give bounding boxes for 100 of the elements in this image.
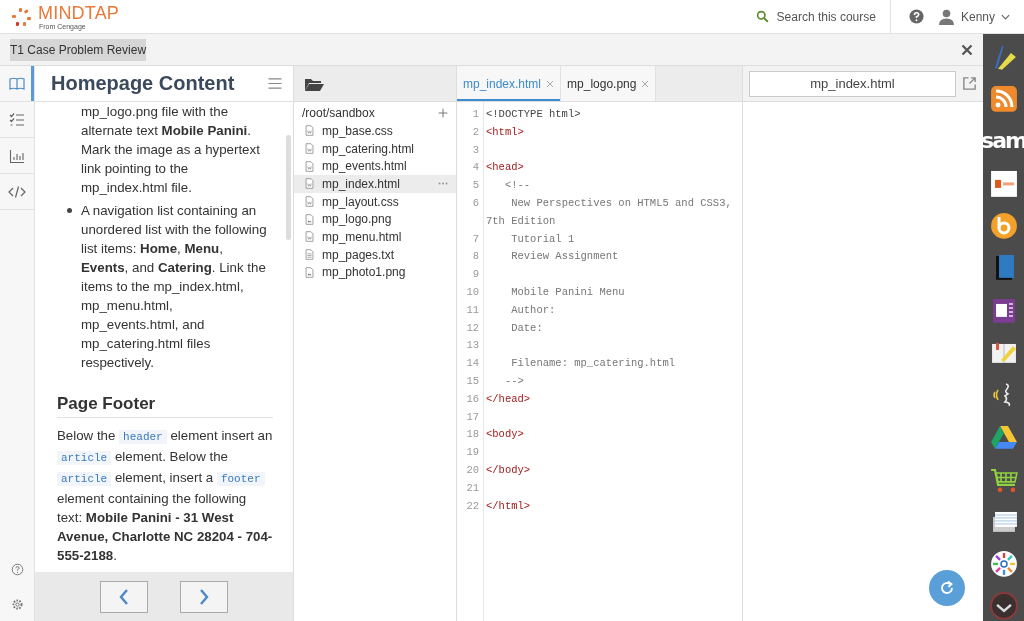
search-link[interactable]: Search this course	[755, 0, 891, 34]
code-line: Filename: mp_catering.html	[510, 356, 677, 372]
code-file-icon	[304, 230, 315, 244]
line-number: 12	[465, 320, 480, 336]
brand-name: MINDTAP	[38, 3, 120, 22]
code-file-icon	[304, 124, 315, 138]
code-line: Review Assignment	[510, 249, 620, 265]
refresh-button[interactable]	[929, 570, 965, 606]
line-number: 19	[465, 445, 480, 461]
color-wheel-icon	[988, 548, 1019, 579]
close-icon	[961, 43, 973, 56]
round-badge-icon	[988, 591, 1019, 621]
file-item[interactable]: mp_index.html	[294, 175, 456, 193]
line-number: 20	[465, 462, 480, 478]
file-item[interactable]: mp_logo.png	[294, 210, 456, 229]
help-icon	[908, 9, 924, 24]
code-line: <body>	[486, 427, 525, 443]
office-icon	[988, 168, 1019, 199]
user-icon	[937, 8, 955, 25]
chevron-right-icon	[199, 588, 209, 605]
file-item[interactable]: mp_pages.txt	[294, 245, 456, 264]
menu-icon	[267, 77, 283, 90]
line-number: 22	[465, 498, 480, 514]
activity-title: T1 Case Problem Review	[10, 38, 147, 61]
add-icon	[438, 108, 448, 118]
previous-button[interactable]	[100, 580, 148, 613]
code-line: Tutorial 1	[510, 231, 576, 247]
address-field[interactable]: mp_index.html	[749, 70, 956, 97]
line-number: 14	[465, 356, 480, 372]
chevron-left-icon	[119, 588, 129, 605]
file-item[interactable]: mp_layout.css	[294, 192, 456, 211]
code-icon	[8, 183, 26, 200]
scrollbar-thumb[interactable]	[286, 135, 291, 240]
code-line: Author:	[510, 302, 557, 318]
section-title: Homepage Content	[51, 72, 236, 95]
chevron-down-icon	[1001, 13, 1010, 20]
code-file-icon	[304, 195, 315, 209]
open-external-icon	[962, 76, 977, 91]
refresh-icon	[939, 580, 955, 596]
code-line: -->	[503, 373, 525, 389]
section-heading: Page Footer	[57, 394, 273, 418]
instruction-paragraph: Below the header element insert an article element. Below the article element, insert a footer element containing the following text: Mobile Panini - 31 West Avenue, Charlotte NC 28204 - 704-555-2188.	[57, 427, 273, 565]
image-file-icon	[304, 212, 315, 226]
line-number: 11	[465, 302, 480, 318]
line-number: 10	[465, 284, 480, 300]
line-number: 2	[471, 124, 480, 140]
close-icon	[546, 79, 555, 88]
user-menu[interactable]: Kenny	[937, 8, 1010, 25]
sam-logo[interactable]: sam	[983, 126, 1024, 157]
line-number: 9	[471, 267, 480, 283]
code-file-icon	[304, 177, 315, 191]
settings-icon	[10, 598, 24, 611]
line-number: 15	[465, 373, 480, 389]
code-line: Mobile Panini Menu	[510, 284, 626, 300]
line-number: 13	[465, 338, 480, 354]
editor-tab[interactable]: mp_index.html	[457, 66, 562, 101]
file-item[interactable]: mp_events.html	[294, 157, 456, 176]
code-line: <!--	[503, 178, 532, 194]
image-file-icon	[304, 265, 315, 279]
close-icon	[641, 79, 650, 88]
line-number: 1	[471, 107, 480, 122]
file-item[interactable]: mp_base.css	[294, 122, 456, 140]
line-number: 8	[471, 249, 480, 265]
line-number: 17	[465, 409, 480, 425]
code-line: </html>	[486, 498, 532, 514]
code-line: Date:	[510, 320, 544, 336]
line-number: 18	[465, 427, 480, 443]
editor-tab[interactable]: mp_logo.png	[561, 66, 657, 101]
code-line: <html>	[486, 124, 525, 140]
line-number: 16	[465, 391, 480, 407]
sidebar-tab[interactable]	[0, 66, 34, 102]
line-number: 7	[471, 231, 480, 247]
line-number: 21	[465, 480, 480, 496]
line-number: 5	[471, 178, 480, 194]
list-item-text: A navigation list containing an unordered list with the following list items: Home, Menu, Events, and Catering. Link the items to the mp_index.html, mp_menu.html, mp_events.html, and mp_catering.html files respectively.	[81, 203, 267, 370]
code-line: <!DOCTYPE html>	[486, 107, 582, 122]
help-icon	[10, 563, 24, 576]
code-line: </body>	[486, 462, 532, 478]
code-line: </head>	[486, 391, 532, 407]
book-icon	[9, 75, 25, 92]
mindtap-logo-icon	[10, 6, 34, 27]
search-icon	[755, 10, 769, 23]
line-number: 4	[471, 160, 480, 176]
text-file-icon	[304, 248, 315, 262]
more-icon	[438, 182, 448, 186]
file-item[interactable]: mp_photo1.png	[294, 263, 456, 282]
chart-icon	[9, 147, 25, 164]
rss-icon	[988, 84, 1019, 115]
code-file-icon	[304, 159, 315, 173]
code-line: New Perspectives on HTML5 and CSS3, 7th Edition	[486, 196, 733, 229]
code-line: <head>	[486, 160, 525, 176]
ring-logo-icon	[988, 211, 1019, 241]
file-item[interactable]: mp_catering.html	[294, 139, 456, 158]
line-number: 3	[471, 142, 480, 158]
code-file-icon	[304, 142, 315, 156]
file-item[interactable]: mp_menu.html	[294, 228, 456, 246]
line-number: 6	[471, 196, 480, 211]
next-button[interactable]	[180, 580, 228, 613]
checklist-icon	[9, 111, 25, 128]
list-item-text: mp_logo.png file with the alternate text Mobile Panini. Mark the image as a hypertext link pointing to the mp_index.html file.	[81, 103, 261, 197]
